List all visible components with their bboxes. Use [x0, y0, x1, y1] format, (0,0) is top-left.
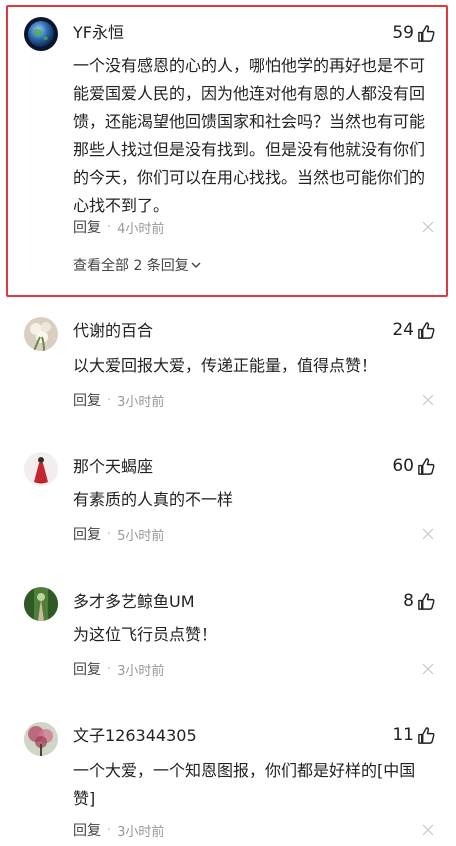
username[interactable]: 那个天蝎座 — [73, 456, 153, 478]
comment-meta: 回复 · 3小时前 — [73, 659, 164, 679]
separator-dot: · — [107, 822, 112, 838]
avatar[interactable] — [24, 587, 58, 621]
like-count: 24 — [392, 320, 414, 340]
like-button[interactable]: 24 — [392, 318, 436, 342]
comment-text: 有素质的人真的不一样 — [73, 490, 234, 509]
chevron-down-icon — [191, 262, 201, 268]
separator-dot: · — [107, 661, 112, 677]
thumbs-up-icon — [418, 321, 435, 339]
username[interactable]: 文子126344305 — [73, 725, 197, 747]
comment-text: 一个没有感恩的心的人，哪怕他学的再好也是不可能爱国爱人民的，因为他连对他有恩的人… — [73, 56, 426, 215]
reply-button[interactable]: 回复 — [73, 820, 101, 840]
reply-button[interactable]: 回复 — [73, 524, 101, 544]
like-count: 59 — [392, 23, 414, 43]
like-count: 8 — [403, 591, 414, 611]
separator-dot: · — [107, 219, 112, 235]
thumbs-up-icon — [418, 726, 435, 744]
comment-meta: 回复 · 3小时前 — [73, 390, 164, 410]
comment-text: 为这位飞行员点赞！ — [73, 625, 218, 644]
timestamp: 3小时前 — [117, 394, 165, 410]
thumbs-up-icon — [418, 592, 435, 610]
close-icon — [422, 824, 434, 836]
comment-text: 以大爱回报大爱，传递正能量，值得点赞！ — [73, 356, 378, 375]
timestamp: 3小时前 — [117, 824, 165, 840]
username[interactable]: YF永恒 — [73, 22, 124, 44]
comment-meta: 回复 · 4小时前 — [73, 217, 164, 237]
close-button[interactable] — [422, 663, 434, 675]
close-button[interactable] — [422, 824, 434, 836]
reply-button[interactable]: 回复 — [73, 390, 101, 410]
avatar[interactable] — [24, 452, 58, 486]
close-icon — [422, 394, 434, 406]
avatar[interactable] — [24, 317, 58, 351]
red-dress-avatar-icon — [24, 452, 58, 486]
close-icon — [422, 221, 434, 233]
separator-dot: · — [107, 526, 112, 542]
comment-meta: 回复 · 3小时前 — [73, 820, 164, 840]
like-count: 11 — [392, 725, 414, 745]
reply-button[interactable]: 回复 — [73, 217, 101, 237]
thumbs-up-icon — [418, 457, 435, 475]
flower-tree-avatar-icon — [24, 722, 58, 756]
like-button[interactable]: 11 — [392, 723, 436, 747]
like-button[interactable]: 60 — [392, 454, 436, 478]
close-button[interactable] — [422, 221, 434, 233]
timestamp: 3小时前 — [117, 663, 165, 679]
close-icon — [422, 663, 434, 675]
like-count: 60 — [392, 456, 414, 476]
like-button[interactable]: 8 — [403, 589, 436, 613]
comment-meta: 回复 · 5小时前 — [73, 524, 164, 544]
close-button[interactable] — [422, 528, 434, 540]
like-button[interactable]: 59 — [392, 21, 436, 45]
thumbs-up-icon — [418, 24, 435, 42]
view-replies-label: 查看全部 2 条回复 — [73, 258, 189, 274]
globe-avatar-icon — [24, 17, 58, 51]
lily-avatar-icon — [24, 317, 58, 351]
avatar[interactable] — [24, 722, 58, 756]
close-icon — [422, 528, 434, 540]
close-button[interactable] — [422, 394, 434, 406]
forest-path-avatar-icon — [24, 587, 58, 621]
avatar[interactable] — [24, 17, 58, 51]
comment-text: 一个大爱，一个知恩图报，你们都是好样的[中国赞] — [73, 761, 416, 808]
timestamp: 5小时前 — [117, 528, 165, 544]
username[interactable]: 多才多艺鲸鱼UM — [73, 591, 195, 613]
separator-dot: · — [107, 392, 112, 408]
view-replies-button[interactable]: 查看全部 2 条回复 — [73, 255, 201, 275]
reply-button[interactable]: 回复 — [73, 659, 101, 679]
username[interactable]: 代谢的百合 — [73, 320, 153, 342]
timestamp: 4小时前 — [117, 221, 165, 237]
